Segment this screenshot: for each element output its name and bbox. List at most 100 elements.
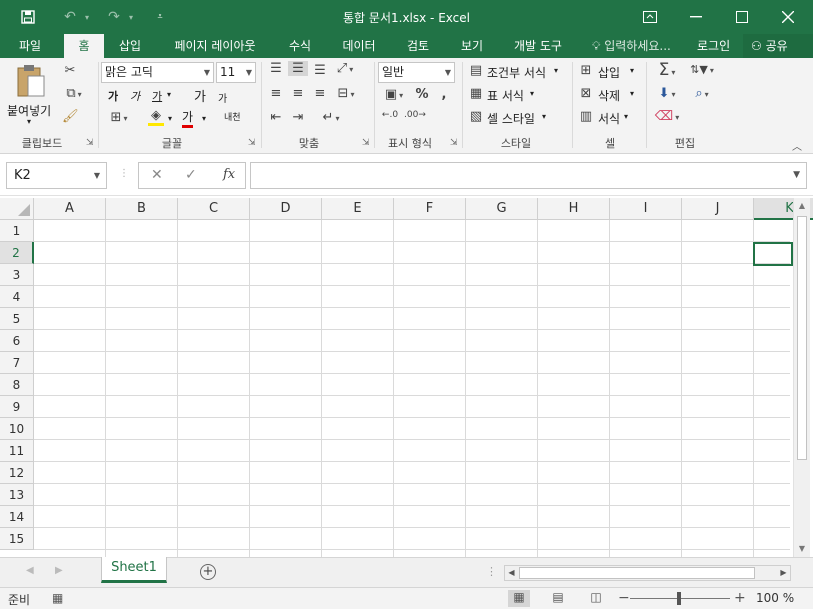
redo-icon[interactable]: ↷ (104, 6, 124, 28)
font-launcher-icon[interactable]: ⇲ (248, 138, 256, 148)
column-header[interactable]: G (466, 198, 538, 220)
row-header[interactable]: 1 (0, 220, 34, 242)
scroll-right-icon[interactable]: ▶ (777, 566, 790, 580)
scroll-down-icon[interactable]: ▼ (794, 541, 810, 557)
bold-button[interactable]: 가 (108, 88, 118, 104)
sort-filter-icon[interactable]: ⇅▼ ▾ (688, 63, 716, 76)
clear-icon[interactable]: ⌫ ▾ (652, 109, 682, 124)
comma-style-icon[interactable]: , (436, 87, 452, 102)
accounting-format-icon[interactable]: ▣ ▾ (380, 87, 408, 102)
merge-center-icon[interactable]: ⊟ ▾ (334, 86, 358, 101)
borders-icon[interactable]: ⊞ ▾ (106, 110, 132, 125)
row-header[interactable]: 8 (0, 374, 34, 396)
splitter-grip[interactable]: ⋮ (486, 565, 497, 578)
zoom-out-icon[interactable]: − (618, 590, 630, 606)
customize-qat-icon[interactable]: ⩡ (152, 6, 168, 28)
undo-icon[interactable]: ↶ (60, 6, 80, 28)
column-header[interactable]: A (34, 198, 106, 220)
align-top-icon[interactable]: ☰ (266, 61, 286, 76)
font-name-dropdown[interactable]: 맑은 고딕 ▼ (101, 62, 214, 83)
wrap-text-icon[interactable]: ↵ ▾ (318, 110, 344, 125)
shrink-font-button[interactable]: 가 (218, 90, 227, 105)
align-bottom-icon[interactable]: ☰ (310, 63, 330, 78)
column-header[interactable]: J (682, 198, 754, 220)
fill-color-icon[interactable]: ◈ (148, 108, 164, 126)
copy-icon[interactable]: ⧉ ▾ (62, 86, 86, 101)
column-header[interactable]: C (178, 198, 250, 220)
formula-input[interactable]: ▼ (250, 162, 807, 189)
tell-me-search[interactable]: 💡︎ 입력하세요... (592, 34, 671, 58)
select-all-button[interactable] (0, 198, 34, 220)
row-header[interactable]: 12 (0, 462, 34, 484)
prev-sheet-icon[interactable]: ◀ (26, 565, 34, 576)
row-header[interactable]: 11 (0, 440, 34, 462)
redo-dropdown-icon[interactable]: ▾ (126, 6, 136, 28)
next-sheet-icon[interactable]: ▶ (55, 565, 63, 576)
row-header[interactable]: 4 (0, 286, 34, 308)
row-header[interactable]: 15 (0, 528, 34, 550)
autosum-icon[interactable]: Σ ▾ (652, 60, 682, 80)
page-layout-view-icon[interactable]: ▤ (547, 590, 569, 607)
normal-view-icon[interactable]: ▦ (508, 590, 530, 607)
row-header[interactable]: 6 (0, 330, 34, 352)
column-header[interactable]: H (538, 198, 610, 220)
align-middle-icon[interactable]: ☰ (288, 61, 308, 76)
scroll-left-icon[interactable]: ◀ (505, 566, 518, 580)
column-header[interactable]: B (106, 198, 178, 220)
ribbon-display-options-icon[interactable] (627, 0, 673, 34)
cancel-icon[interactable]: ✕ (151, 167, 163, 183)
format-as-table-button[interactable]: ▦ 표 서식 ▾ (468, 86, 544, 104)
page-break-view-icon[interactable]: ◫ (585, 590, 607, 607)
font-color-dropdown-icon[interactable]: ▾ (202, 114, 206, 123)
enter-icon[interactable]: ✓ (185, 167, 197, 183)
login-link[interactable]: 로그인 (697, 34, 730, 58)
decrease-indent-icon[interactable]: ⇤ (266, 110, 286, 125)
tab-data[interactable]: 데이터 (334, 34, 384, 58)
tab-formulas[interactable]: 수식 (280, 34, 320, 58)
align-left-icon[interactable]: ≡ (266, 86, 286, 101)
fill-icon[interactable]: ⬇ ▾ (652, 86, 682, 101)
row-header[interactable]: 3 (0, 264, 34, 286)
new-sheet-icon[interactable]: + (200, 564, 216, 580)
format-painter-icon[interactable]: 🖌︎ (62, 109, 79, 124)
cell-styles-button[interactable]: ▧ 셀 스타일 ▾ (468, 109, 554, 127)
column-header[interactable]: E (322, 198, 394, 220)
row-header[interactable]: 13 (0, 484, 34, 506)
grow-font-button[interactable]: 가 (194, 86, 206, 105)
paste-button[interactable]: 붙여넣기 ▾ (6, 62, 56, 128)
decrease-decimal-icon[interactable]: .00→ (404, 110, 426, 120)
row-header[interactable]: 2 (0, 242, 34, 264)
tab-home[interactable]: 홈 (64, 34, 104, 58)
name-box[interactable]: K2 ▼ (6, 162, 107, 189)
save-icon[interactable] (18, 6, 38, 28)
maximize-button[interactable] (719, 0, 765, 34)
column-header[interactable]: D (250, 198, 322, 220)
close-button[interactable] (765, 0, 811, 34)
tab-review[interactable]: 검토 (398, 34, 438, 58)
minimize-button[interactable] (673, 0, 719, 34)
scroll-up-icon[interactable]: ▲ (794, 198, 810, 214)
align-center-icon[interactable]: ≡ (288, 86, 308, 101)
zoom-level[interactable]: 100 % (756, 591, 794, 605)
row-header[interactable]: 7 (0, 352, 34, 374)
italic-button[interactable]: 가 (130, 88, 140, 104)
conditional-formatting-button[interactable]: ▤ 조건부 서식 ▾ (468, 63, 564, 81)
sheet-tab-sheet1[interactable]: Sheet1 (101, 557, 167, 583)
row-header[interactable]: 10 (0, 418, 34, 440)
column-header[interactable]: I (610, 198, 682, 220)
cells-area[interactable] (34, 220, 790, 557)
horizontal-scroll-thumb[interactable] (519, 567, 755, 579)
fill-color-dropdown-icon[interactable]: ▾ (168, 114, 172, 123)
clipboard-launcher-icon[interactable]: ⇲ (86, 138, 94, 148)
cut-icon[interactable]: ✂ (62, 63, 78, 78)
zoom-slider-knob[interactable] (677, 592, 681, 605)
formula-bar-grip[interactable]: ⋮ (119, 168, 129, 179)
row-header[interactable]: 9 (0, 396, 34, 418)
percent-icon[interactable]: % (414, 87, 430, 102)
align-right-icon[interactable]: ≡ (310, 86, 330, 101)
collapse-ribbon-icon[interactable]: ︿ (792, 138, 802, 153)
font-size-dropdown[interactable]: 11 ▼ (216, 62, 256, 83)
tab-file[interactable]: 파일 (8, 34, 52, 58)
expand-formula-icon[interactable]: ▼ (793, 170, 800, 180)
row-header[interactable]: 5 (0, 308, 34, 330)
